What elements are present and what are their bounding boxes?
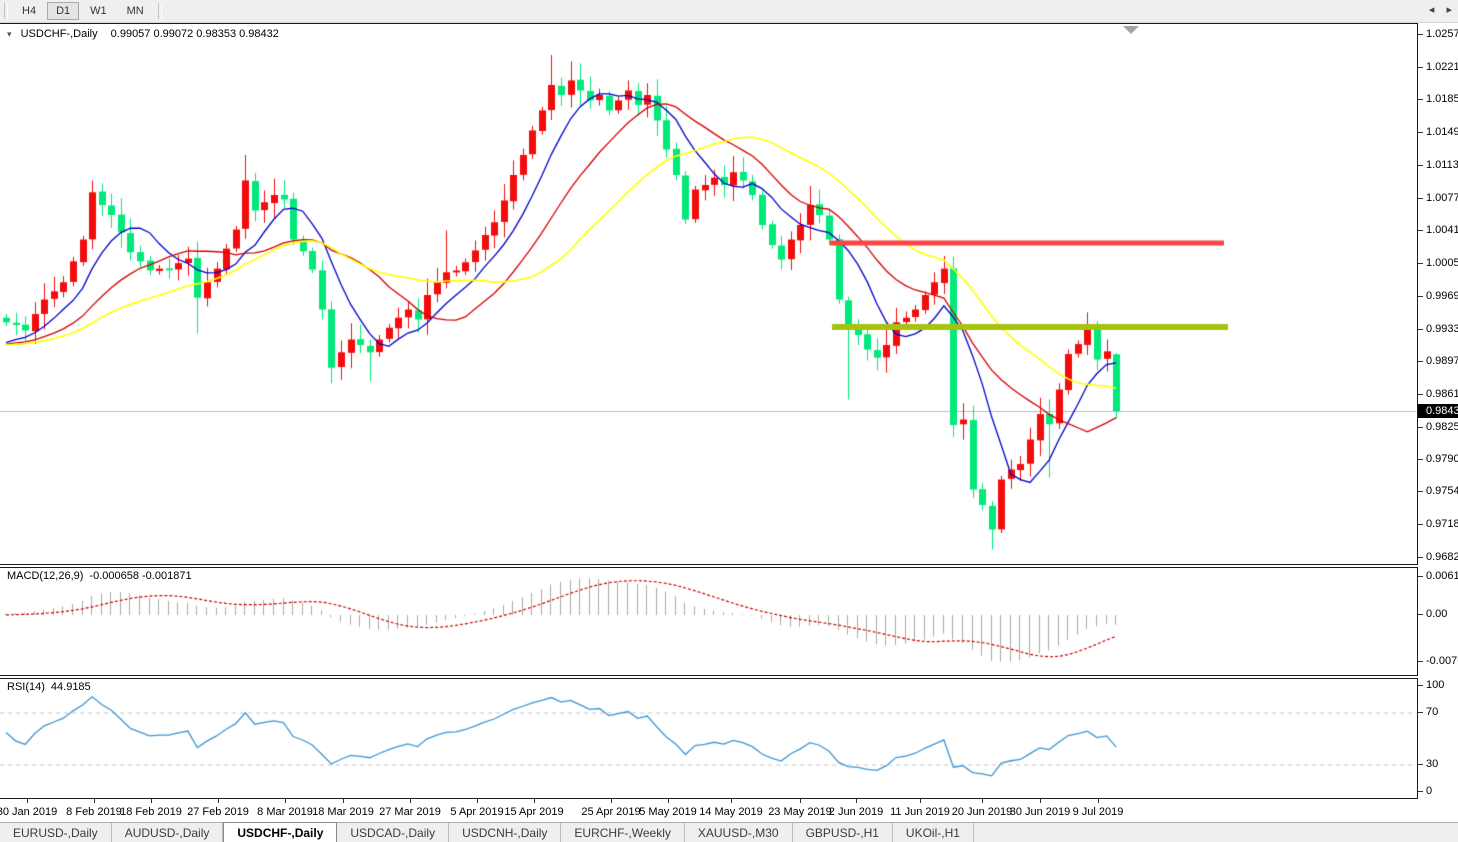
price-tick-label: 0.97180 xyxy=(1426,518,1458,530)
date-tick-mark xyxy=(920,799,921,803)
chart-tab-usdchf-daily[interactable]: USDCHF-,Daily xyxy=(223,822,337,842)
price-tick-label: 0.98250 xyxy=(1426,421,1458,433)
chart-tab-bar: EURUSD-,DailyAUDUSD-,DailyUSDCHF-,DailyU… xyxy=(0,822,1458,842)
date-tick-mark xyxy=(800,799,801,803)
macd-axis-tick-label: 0.00 xyxy=(1426,608,1447,620)
date-tick-mark xyxy=(27,799,28,803)
current-price-tag: 0.98432 xyxy=(1418,404,1458,418)
rsi-value: 44.9185 xyxy=(51,681,91,693)
tab-scroll-right-icon[interactable]: ▸ xyxy=(1446,4,1452,16)
macd-values: -0.000658 -0.001871 xyxy=(89,570,191,582)
chart-canvas[interactable] xyxy=(0,0,1458,842)
date-tick-mark xyxy=(668,799,669,803)
chart-tab-ukoil-h1[interactable]: UKOil-,H1 xyxy=(893,823,974,842)
price-tick-label: 1.00770 xyxy=(1426,192,1458,204)
price-tick-label: 0.99330 xyxy=(1426,323,1458,335)
price-tick-label: 1.01850 xyxy=(1426,93,1458,105)
date-tick-mark xyxy=(410,799,411,803)
macd-axis-tick-label: 0.00613 xyxy=(1426,570,1458,582)
chart-tab-usdcnh-daily[interactable]: USDCNH-,Daily xyxy=(449,823,561,842)
chart-tab-xauusd-m30[interactable]: XAUUSD-,M30 xyxy=(685,823,793,842)
chart-tab-eurusd-daily[interactable]: EURUSD-,Daily xyxy=(0,823,112,842)
price-tick-label: 0.99690 xyxy=(1426,290,1458,302)
rsi-name: RSI(14) xyxy=(7,681,45,693)
date-tick-mark xyxy=(731,799,732,803)
macd-axis-tick-label: -0.007612 xyxy=(1426,655,1458,667)
chart-tab-gbpusd-h1[interactable]: GBPUSD-,H1 xyxy=(793,823,893,842)
price-tick-label: 1.02570 xyxy=(1426,28,1458,40)
date-tick-mark xyxy=(534,799,535,803)
price-tick-label: 1.00050 xyxy=(1426,257,1458,269)
rsi-label: RSI(14) 44.9185 xyxy=(7,681,97,693)
rsi-axis-tick-label: 0 xyxy=(1426,785,1432,797)
date-tick-label: 9 Jul 2019 xyxy=(1053,806,1143,818)
date-tick-mark xyxy=(285,799,286,803)
date-tick-mark xyxy=(856,799,857,803)
date-tick-mark xyxy=(343,799,344,803)
chart-ohlc-values: 0.99057 0.99072 0.98353 0.98432 xyxy=(111,28,279,40)
price-tick-label: 0.97540 xyxy=(1426,485,1458,497)
chart-symbol-label: USDCHF-,Daily xyxy=(21,28,98,40)
price-tick-label: 1.02210 xyxy=(1426,61,1458,73)
date-tick-mark xyxy=(218,799,219,803)
chart-shift-marker-icon[interactable] xyxy=(1123,26,1139,34)
collapse-triangle-icon[interactable]: ▾ xyxy=(7,29,12,39)
chart-tab-eurchf-weekly[interactable]: EURCHF-,Weekly xyxy=(561,823,684,842)
date-tick-mark xyxy=(477,799,478,803)
date-tick-mark xyxy=(1098,799,1099,803)
price-tick-label: 1.00410 xyxy=(1426,224,1458,236)
rsi-axis-tick-label: 30 xyxy=(1426,758,1438,770)
tab-scroll-left-icon[interactable]: ◂ xyxy=(1429,4,1435,16)
chart-title: ▾ USDCHF-,Daily 0.99057 0.99072 0.98353 … xyxy=(7,28,279,40)
rsi-axis-tick-label: 70 xyxy=(1426,706,1438,718)
chart-tab-usdcad-daily[interactable]: USDCAD-,Daily xyxy=(337,823,449,842)
date-tick-mark xyxy=(1040,799,1041,803)
rsi-axis-tick-label: 100 xyxy=(1426,679,1444,691)
price-tick-label: 0.97900 xyxy=(1426,453,1458,465)
date-tick-mark xyxy=(94,799,95,803)
price-tick-label: 1.01490 xyxy=(1426,126,1458,138)
date-tick-mark xyxy=(611,799,612,803)
date-tick-mark xyxy=(982,799,983,803)
macd-name: MACD(12,26,9) xyxy=(7,570,83,582)
mt4-window: H4D1W1MN ▾ USDCHF-,Daily 0.99057 0.99072… xyxy=(0,0,1458,842)
price-tick-label: 0.98970 xyxy=(1426,355,1458,367)
chart-tab-audusd-daily[interactable]: AUDUSD-,Daily xyxy=(112,823,224,842)
price-tick-label: 0.96820 xyxy=(1426,551,1458,563)
price-tick-label: 0.98610 xyxy=(1426,388,1458,400)
macd-label: MACD(12,26,9) -0.000658 -0.001871 xyxy=(7,570,198,582)
date-tick-mark xyxy=(151,799,152,803)
price-tick-label: 1.01130 xyxy=(1426,159,1458,171)
